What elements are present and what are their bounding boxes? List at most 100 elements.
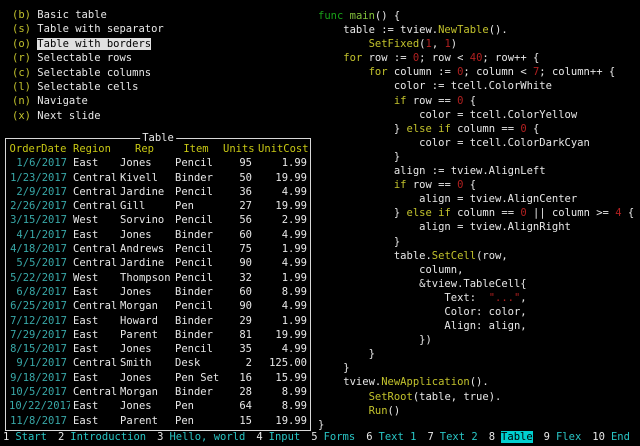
table-cell: 2.99 [255, 213, 310, 227]
table-cell: Pen [172, 199, 220, 213]
table-cell: East [70, 314, 117, 328]
menu-shortcut-key: (o) [12, 38, 31, 50]
menu-item-basic-table[interactable]: (b) Basic table [12, 8, 164, 22]
table-cell: 10/5/2017 [6, 385, 70, 399]
table-cell: Desk [172, 356, 220, 370]
menu-shortcut-key: (n) [12, 95, 31, 107]
slide-number: 10 [592, 431, 605, 443]
slide-number: 1 [3, 431, 9, 443]
table-panel: Table OrderDateRegionRepItemUnitsUnitCos… [5, 138, 311, 431]
table-row: 6/8/2017EastJonesBinder608.99 [6, 285, 310, 299]
table-cell: 95 [220, 156, 255, 170]
terminal-screen: (b) Basic table(s) Table with separator(… [0, 0, 640, 446]
menu-item-table-with-separator[interactable]: (s) Table with separator [12, 22, 164, 36]
navbar-slide-end[interactable]: 10End [592, 430, 630, 444]
table-cell: 90 [220, 299, 255, 313]
code-line: } [318, 347, 634, 361]
menu-item-label: Selectable cells [37, 81, 138, 93]
table-cell: Jones [117, 342, 172, 356]
table-cell: 1.99 [255, 242, 310, 256]
table-row: 2/26/2017CentralGillPen2719.99 [6, 199, 310, 213]
table-row: 5/5/2017CentralJardinePencil904.99 [6, 256, 310, 270]
table-cell: Central [70, 385, 117, 399]
menu-item-label: Navigate [37, 95, 88, 107]
table-cell: East [70, 342, 117, 356]
table-cell: 4.99 [255, 256, 310, 270]
table-cell: 8.99 [255, 385, 310, 399]
menu-item-next-slide[interactable]: (x) Next slide [12, 109, 164, 123]
table-cell: 60 [220, 285, 255, 299]
navbar-slide-introduction[interactable]: 2Introduction [58, 430, 146, 444]
table-row: 9/18/2017EastJonesPen Set1615.99 [6, 371, 310, 385]
slide-number: 6 [366, 431, 372, 443]
table-cell: 125.00 [255, 356, 310, 370]
table-cell: 29 [220, 314, 255, 328]
table-cell: 8.99 [255, 399, 310, 413]
code-line: } else if column == 0 { [318, 122, 634, 136]
menu-item-label: Table with borders [37, 38, 151, 50]
table-row: 1/23/2017CentralKivellBinder5019.99 [6, 171, 310, 185]
orders-table: OrderDateRegionRepItemUnitsUnitCost 1/6/… [6, 142, 310, 428]
menu-shortcut-key: (r) [12, 52, 31, 64]
code-line: column, [318, 263, 634, 277]
slide-label: Text 2 [440, 431, 478, 443]
code-line: func main() { [318, 9, 634, 23]
menu-shortcut-key: (l) [12, 81, 31, 93]
code-line: if row == 0 { [318, 178, 634, 192]
column-header-unitcost: UnitCost [255, 142, 310, 156]
navbar-slide-flex[interactable]: 9Flex [544, 430, 582, 444]
navbar-slide-input[interactable]: 4Input [256, 430, 300, 444]
table-cell: Sorvino [117, 213, 172, 227]
menu-item-label: Table with separator [37, 23, 163, 35]
navbar-slide-table[interactable]: 8Table [489, 430, 533, 444]
table-cell: 4.99 [255, 342, 310, 356]
column-header-units: Units [220, 142, 255, 156]
menu-item-selectable-cells[interactable]: (l) Selectable cells [12, 80, 164, 94]
code-line: align = tview.AlignCenter [318, 192, 634, 206]
table-cell: 81 [220, 328, 255, 342]
code-line: table.SetCell(row, [318, 249, 634, 263]
menu-item-selectable-columns[interactable]: (c) Selectable columns [12, 66, 164, 80]
menu-shortcut-key: (b) [12, 9, 31, 21]
table-cell: Binder [172, 285, 220, 299]
table-row: 3/15/2017WestSorvinoPencil562.99 [6, 213, 310, 227]
menu-item-label: Selectable columns [37, 67, 151, 79]
table-cell: 32 [220, 271, 255, 285]
table-cell: Parent [117, 328, 172, 342]
slide-number: 2 [58, 431, 64, 443]
navbar-slide-text-2[interactable]: 7 Text 2 [427, 430, 477, 444]
slide-label: Text 1 [379, 431, 417, 443]
navbar-slide-text-1[interactable]: 6 Text 1 [366, 430, 416, 444]
table-cell: Central [70, 185, 117, 199]
slide-label: Hello, world [169, 431, 245, 443]
menu-shortcut-key: (s) [12, 23, 31, 35]
menu-item-navigate[interactable]: (n) Navigate [12, 94, 164, 108]
navbar-slide-forms[interactable]: 5Forms [311, 430, 355, 444]
table-cell: Morgan [117, 299, 172, 313]
table-cell: 4/18/2017 [6, 242, 70, 256]
menu-item-table-with-borders[interactable]: (o) Table with borders [12, 37, 164, 51]
table-cell: 1.99 [255, 271, 310, 285]
code-line: if row == 0 { [318, 94, 634, 108]
code-line: for row := 0; row < 40; row++ { [318, 51, 634, 65]
menu-item-label: Next slide [37, 110, 100, 122]
table-cell: 1.99 [255, 156, 310, 170]
navbar-slide-start[interactable]: 1Start [3, 430, 47, 444]
code-line: color = tcell.ColorDarkCyan [318, 136, 634, 150]
navbar-slide-hello-world[interactable]: 3Hello, world [157, 430, 245, 444]
table-cell: 5/22/2017 [6, 271, 70, 285]
table-row: 10/22/2017EastJonesPen648.99 [6, 399, 310, 413]
table-row: 4/18/2017CentralAndrewsPencil751.99 [6, 242, 310, 256]
table-cell: 1/23/2017 [6, 171, 70, 185]
table-row: 11/8/2017EastParentPen1519.99 [6, 414, 310, 428]
code-line: align := tview.AlignLeft [318, 164, 634, 178]
menu-item-label: Selectable rows [37, 52, 132, 64]
menu-item-selectable-rows[interactable]: (r) Selectable rows [12, 51, 164, 65]
table-cell: Central [70, 199, 117, 213]
code-line: } [318, 235, 634, 249]
table-cell: 7/29/2017 [6, 328, 70, 342]
table-row: 2/9/2017CentralJardinePencil364.99 [6, 185, 310, 199]
table-cell: 4/1/2017 [6, 228, 70, 242]
table-cell: 7/12/2017 [6, 314, 70, 328]
slide-number: 7 [427, 431, 433, 443]
